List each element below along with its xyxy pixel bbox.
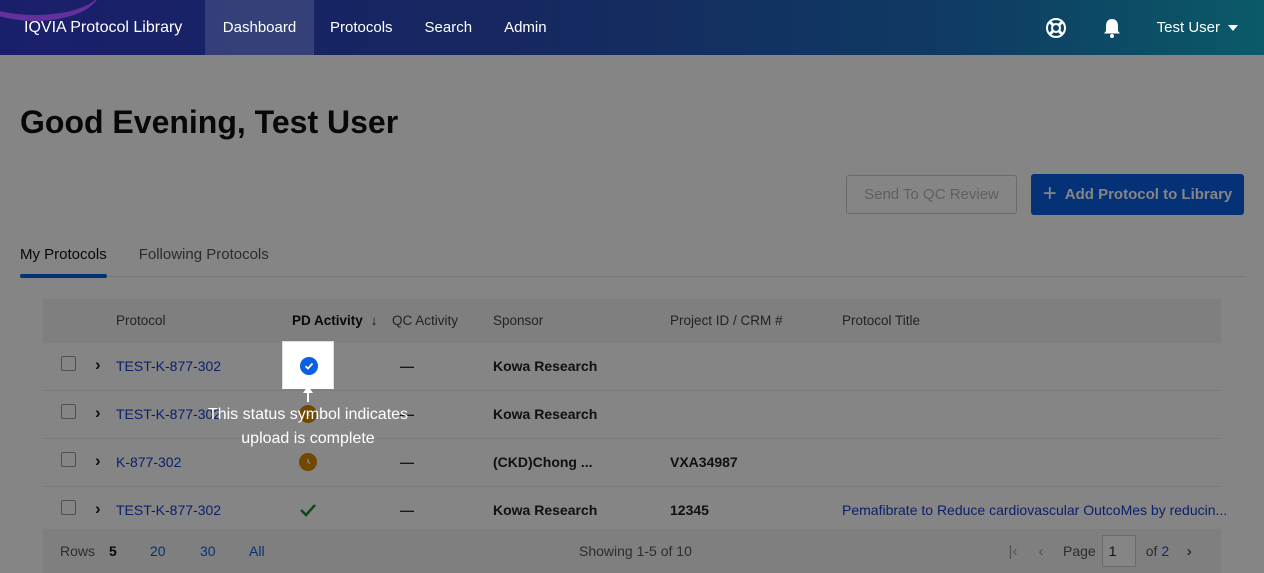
qc-activity-value: —	[400, 454, 414, 470]
help-lifebuoy-icon[interactable]	[1045, 17, 1067, 39]
row-checkbox[interactable]	[61, 356, 76, 371]
next-page-icon[interactable]: ›	[1175, 537, 1203, 565]
nav-protocols[interactable]: Protocols	[314, 0, 409, 55]
column-header-protocol-title[interactable]: Protocol Title	[842, 313, 920, 328]
first-page-icon[interactable]: |‹	[999, 537, 1027, 565]
column-header-pd-activity[interactable]: PD Activity ↓	[292, 313, 378, 328]
tour-tooltip-line-1: This status symbol indicates	[207, 406, 409, 423]
showing-count: Showing 1-5 of 10	[579, 543, 692, 559]
table-header: Protocol PD Activity ↓ QC Activity Sponso…	[43, 299, 1221, 343]
rows-option-5[interactable]: 5	[109, 543, 117, 559]
page-number-input[interactable]: 1	[1101, 535, 1136, 567]
table-row: › TEST-K-877-302 — Kowa Research 12345 P…	[43, 487, 1227, 535]
protocol-tabs: My Protocols Following Protocols	[20, 240, 1244, 278]
status-in-progress-icon	[299, 453, 317, 471]
tour-tooltip-text: This status symbol indicates upload is c…	[188, 403, 428, 451]
protocol-link[interactable]: TEST-K-877-302	[116, 502, 221, 518]
sponsor-value: Kowa Research	[493, 358, 598, 374]
tab-following-protocols[interactable]: Following Protocols	[139, 240, 269, 277]
chevron-down-icon	[1228, 24, 1238, 31]
send-to-qc-review-button[interactable]: Send To QC Review	[846, 175, 1017, 214]
row-checkbox[interactable]	[61, 404, 76, 419]
sort-down-icon: ↓	[370, 313, 378, 328]
tab-my-protocols[interactable]: My Protocols	[20, 240, 107, 278]
tour-spotlight	[282, 341, 334, 389]
qc-activity-value: —	[400, 502, 414, 518]
column-header-sponsor[interactable]: Sponsor	[493, 313, 543, 328]
sponsor-value: (CKD)Chong ...	[493, 454, 593, 470]
rows-option-30[interactable]: 30	[200, 543, 216, 559]
project-id-value: 12345	[670, 502, 709, 518]
nav-search[interactable]: Search	[409, 0, 489, 55]
table-row: › TEST-K-877-302 — Kowa Research	[43, 343, 1221, 391]
column-header-protocol[interactable]: Protocol	[116, 313, 166, 328]
status-done-check-icon	[299, 501, 317, 519]
sponsor-value: Kowa Research	[493, 406, 598, 422]
status-complete-icon	[300, 357, 318, 375]
pager: |‹ ‹ Page 1 of 2 ›	[999, 535, 1203, 567]
rows-label: Rows	[60, 543, 96, 559]
top-navigation: IQVIA Protocol Library Dashboard Protoco…	[0, 0, 1264, 55]
add-protocol-label: Add Protocol to Library	[1064, 186, 1233, 203]
row-checkbox[interactable]	[61, 500, 76, 515]
app-brand[interactable]: IQVIA Protocol Library	[0, 0, 205, 55]
notification-bell-icon[interactable]	[1101, 17, 1123, 39]
chevron-right-icon[interactable]: ›	[95, 451, 101, 471]
rows-option-20[interactable]: 20	[150, 543, 166, 559]
chevron-right-icon[interactable]: ›	[95, 355, 101, 375]
column-header-qc-activity[interactable]: QC Activity	[392, 313, 458, 328]
nav-admin[interactable]: Admin	[488, 0, 563, 55]
sponsor-value: Kowa Research	[493, 502, 598, 518]
protocol-title-link[interactable]: Pemafibrate to Reduce cardiovascular Out…	[842, 502, 1227, 518]
user-name: Test User	[1156, 19, 1220, 36]
qc-activity-value: —	[400, 358, 414, 374]
user-menu[interactable]: Test User	[1157, 19, 1238, 36]
nav-dashboard[interactable]: Dashboard	[205, 0, 314, 55]
page-of-label: of	[1145, 543, 1158, 559]
app-title: IQVIA Protocol Library	[24, 18, 183, 36]
chevron-right-icon[interactable]: ›	[95, 499, 101, 519]
protocol-link[interactable]: TEST-K-877-302	[116, 358, 221, 374]
row-checkbox[interactable]	[61, 452, 76, 467]
page-greeting: Good Evening, Test User	[20, 104, 399, 140]
pd-activity-label: PD Activity	[292, 313, 363, 328]
table-pagination: Rows 5 20 30 All Showing 1-5 of 10 |‹ ‹ …	[43, 529, 1221, 573]
page-label: Page	[1063, 543, 1096, 559]
rows-option-all[interactable]: All	[249, 543, 265, 559]
column-header-project-id[interactable]: Project ID / CRM #	[670, 313, 783, 328]
tour-arrow-line	[307, 392, 309, 402]
tour-tooltip-line-2: upload is complete	[241, 430, 375, 447]
project-id-value: VXA34987	[670, 454, 738, 470]
protocol-link[interactable]: K-877-302	[116, 454, 181, 470]
previous-page-icon[interactable]: ‹	[1027, 537, 1055, 565]
add-protocol-button[interactable]: + Add Protocol to Library	[1031, 174, 1244, 215]
total-pages-link[interactable]: 2	[1161, 543, 1169, 559]
chevron-right-icon[interactable]: ›	[95, 403, 101, 423]
plus-icon: +	[1042, 179, 1057, 207]
